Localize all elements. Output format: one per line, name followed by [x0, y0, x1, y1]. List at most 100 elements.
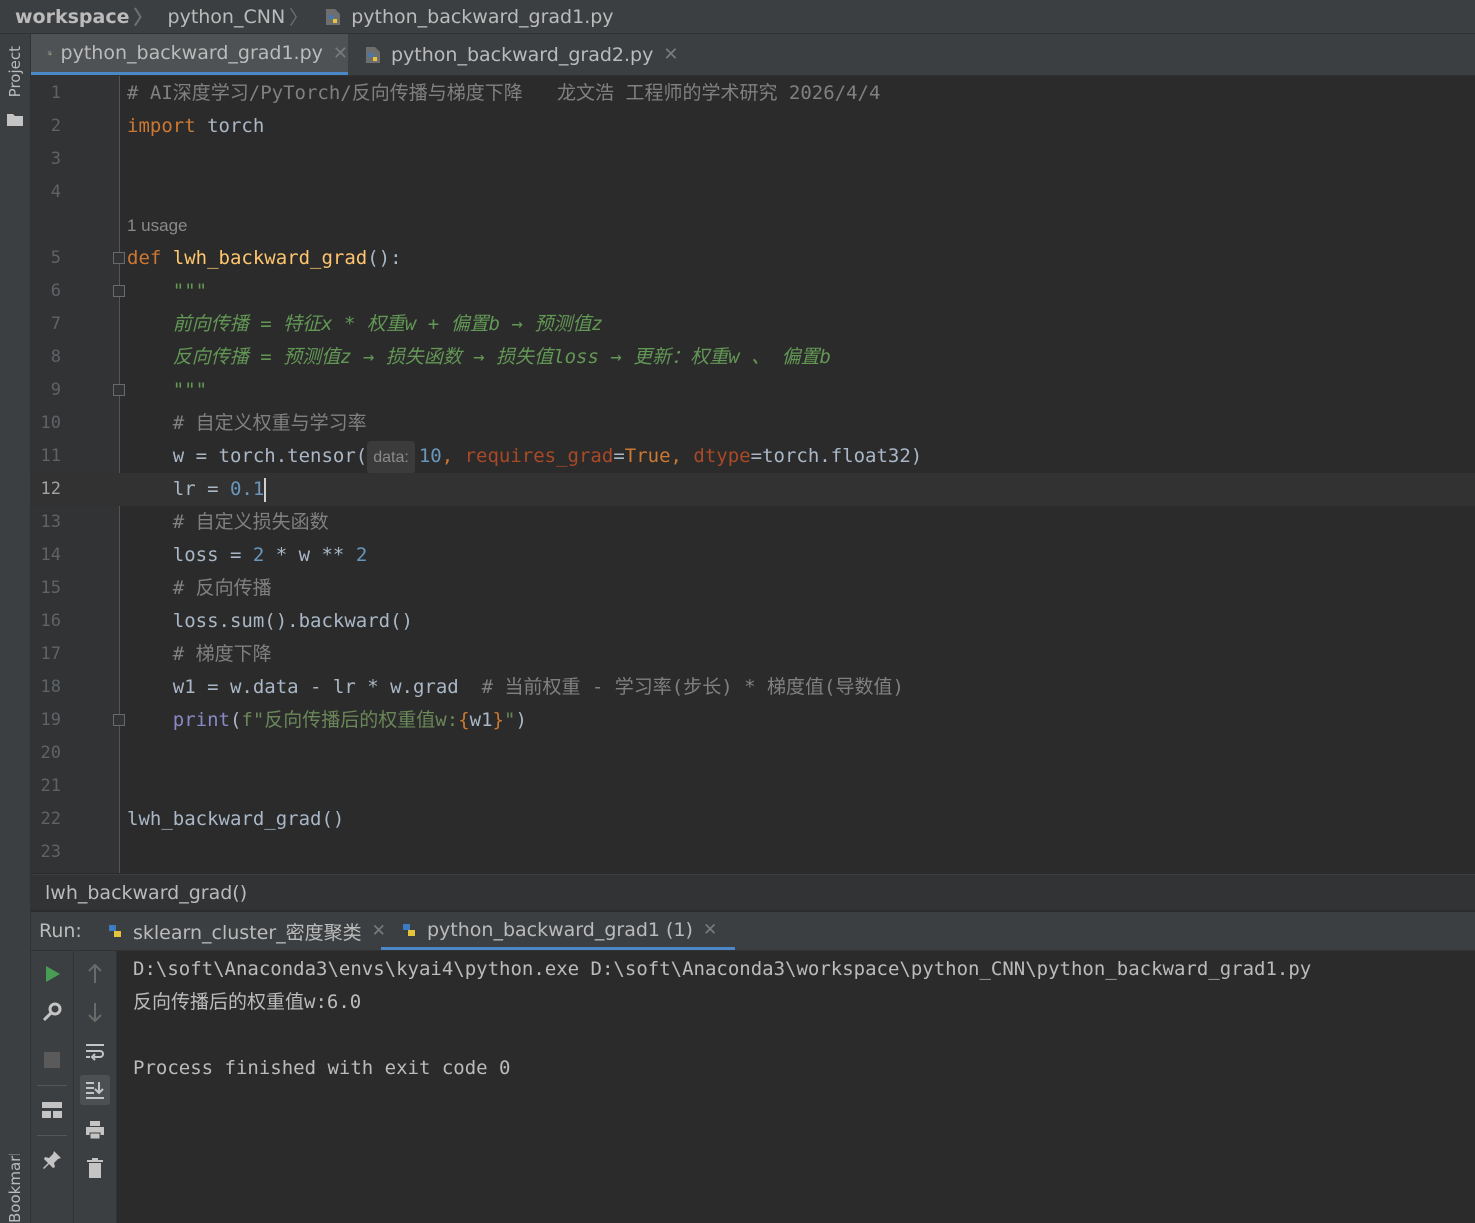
code-line[interactable]: 13 # 自定义损失函数 — [31, 506, 1475, 539]
parameter-token: requires_grad — [464, 445, 614, 467]
line-number: 20 — [40, 743, 61, 763]
code-line[interactable]: 18 w1 = w.data - lr * w.grad # 当前权重 - 学习… — [31, 671, 1475, 704]
parameter-hint: data: — [367, 441, 415, 474]
code-line[interactable]: 14 loss = 2 * w ** 2 — [31, 539, 1475, 572]
stop-button[interactable] — [37, 1045, 67, 1075]
code-line[interactable]: 9 """ — [31, 374, 1475, 407]
code-text: # 反向传播 — [127, 577, 272, 599]
print-button[interactable] — [80, 1115, 110, 1145]
close-icon[interactable]: ✕ — [333, 43, 348, 64]
code-line[interactable]: 6 """ — [31, 275, 1475, 308]
soft-wrap-icon — [86, 1044, 104, 1061]
scroll-to-end-button[interactable] — [80, 1075, 110, 1105]
bookmarks-tool-button[interactable]: Bookmarks — [6, 1154, 24, 1223]
line-number: 15 — [40, 578, 61, 598]
code-line[interactable]: 19 print(f"反向传播后的权重值w:{w1}") — [31, 704, 1475, 737]
code-line[interactable]: 3 — [31, 143, 1475, 176]
run-tab-label: python_backward_grad1 (1) — [427, 918, 693, 941]
run-tab-label: sklearn_cluster_密度聚类 — [133, 921, 362, 944]
line-number: 14 — [40, 545, 61, 565]
rerun-button[interactable] — [37, 959, 67, 989]
code-line[interactable]: 4 — [31, 176, 1475, 209]
bookmarks-label: Bookmarks — [6, 1154, 24, 1223]
run-tab-python-backward-grad1[interactable]: python_backward_grad1 (1) ✕ — [381, 912, 736, 950]
code-line[interactable]: 21 — [31, 770, 1475, 803]
breadcrumb-label: python_backward_grad1.py — [351, 5, 614, 28]
code-text: lwh_backward_grad() — [127, 808, 345, 830]
code-text: lr = 0.1 — [127, 473, 267, 506]
string-token: " — [503, 709, 516, 731]
breadcrumb-item-workspace[interactable]: workspace 〉 — [0, 3, 153, 30]
pin-button[interactable] — [37, 1145, 67, 1175]
layout-button[interactable] — [37, 1095, 67, 1125]
code-text: """ — [127, 280, 208, 302]
folder-icon[interactable] — [7, 112, 23, 126]
code-line[interactable]: 10 # 自定义权重与学习率 — [31, 407, 1475, 440]
breadcrumb-item-python-cnn[interactable]: python_CNN 〉 — [153, 3, 309, 30]
line-number: 17 — [40, 644, 61, 664]
run-toolbar-secondary — [74, 951, 117, 1223]
code-editor[interactable]: 1 # AI深度学习/PyTorch/反向传播与梯度下降 龙文浩 工程师的学术研究… — [31, 76, 1475, 873]
code-line[interactable]: 8 反向传播 = 预测值z → 损失函数 → 损失值loss → 更新：权重w … — [31, 341, 1475, 374]
python-icon — [109, 925, 121, 937]
usage-hint-line: 1 usage — [31, 209, 1475, 242]
line-number: 16 — [40, 611, 61, 631]
clear-output-button[interactable] — [80, 1153, 110, 1183]
code-line[interactable]: 16 loss.sum().backward() — [31, 605, 1475, 638]
code-line-current[interactable]: 12 lr = 0.1 — [31, 473, 1475, 506]
keyword-token: True — [624, 445, 671, 467]
code-token: * w ** — [264, 544, 356, 566]
close-icon[interactable]: ✕ — [703, 920, 717, 940]
soft-wrap-button[interactable] — [80, 1037, 110, 1067]
line-number: 6 — [50, 281, 61, 301]
keyword-token: def — [127, 247, 173, 269]
line-number: 19 — [40, 710, 61, 730]
code-text: """ — [127, 379, 208, 401]
code-line[interactable]: 23 — [31, 836, 1475, 869]
punctuation-token: (): — [367, 247, 402, 269]
code-line[interactable]: 17 # 梯度下降 — [31, 638, 1475, 671]
python-file-icon — [326, 8, 341, 25]
tab-label: python_backward_grad2.py — [391, 43, 654, 66]
scroll-up-button[interactable] — [80, 959, 110, 989]
number-token: 2 — [355, 544, 368, 566]
code-token: lr = — [127, 478, 230, 500]
python-icon — [403, 923, 415, 936]
project-tool-button[interactable]: Project — [6, 46, 24, 97]
settings-button[interactable] — [37, 997, 67, 1027]
toolbar-divider — [37, 1085, 67, 1086]
line-number: 8 — [50, 347, 61, 367]
python-file-icon — [366, 46, 380, 63]
scroll-down-button[interactable] — [80, 997, 110, 1027]
tab-python-backward-grad1[interactable]: python_backward_grad1.py ✕ — [31, 34, 348, 75]
code-text: def lwh_backward_grad(): — [127, 242, 402, 275]
code-text: 前向传播 = 特征x * 权重w + 偏置b → 预测值z — [127, 313, 603, 335]
code-line[interactable]: 20 — [31, 737, 1475, 770]
run-console-output[interactable]: D:\soft\Anaconda3\envs\kyai4\python.exe … — [117, 951, 1475, 1223]
code-text: loss = 2 * w ** 2 — [127, 539, 368, 572]
code-line[interactable]: 1 # AI深度学习/PyTorch/反向传播与梯度下降 龙文浩 工程师的学术研究… — [31, 77, 1475, 110]
run-tab-sklearn-cluster[interactable]: sklearn_cluster_密度聚类 ✕ — [105, 912, 386, 950]
line-number: 11 — [40, 446, 61, 466]
keyword-token: import — [127, 115, 196, 137]
tab-python-backward-grad2[interactable]: python_backward_grad2.py ✕ — [363, 34, 678, 75]
close-icon[interactable]: ✕ — [663, 44, 678, 65]
line-number: 21 — [40, 776, 61, 796]
code-line[interactable]: 7 前向传播 = 特征x * 权重w + 偏置b → 预测值z — [31, 308, 1475, 341]
line-number: 18 — [40, 677, 61, 697]
code-line[interactable]: 15 # 反向传播 — [31, 572, 1475, 605]
code-line[interactable]: 2 import torch — [31, 110, 1475, 143]
breadcrumb: workspace 〉 python_CNN 〉 python_backward_g… — [0, 0, 1475, 34]
code-text: w = torch.tensor(data: 10, requires_grad=… — [127, 440, 922, 474]
brace-token: { — [458, 709, 470, 731]
code-line[interactable]: 22 lwh_backward_grad() — [31, 803, 1475, 836]
layout-icon — [42, 1102, 62, 1118]
code-text: print(f"反向传播后的权重值w:{w1}") — [127, 704, 527, 737]
brace-token: } — [492, 709, 504, 731]
code-line[interactable]: 5 def lwh_backward_grad(): — [31, 242, 1475, 275]
structure-breadcrumb[interactable]: lwh_backward_grad() — [31, 874, 1475, 910]
breadcrumb-item-file[interactable]: python_backward_grad1.py — [308, 5, 614, 28]
code-line[interactable]: 11 w = torch.tensor(data: 10, requires_gr… — [31, 440, 1475, 474]
usage-hint[interactable]: 1 usage — [127, 209, 188, 242]
